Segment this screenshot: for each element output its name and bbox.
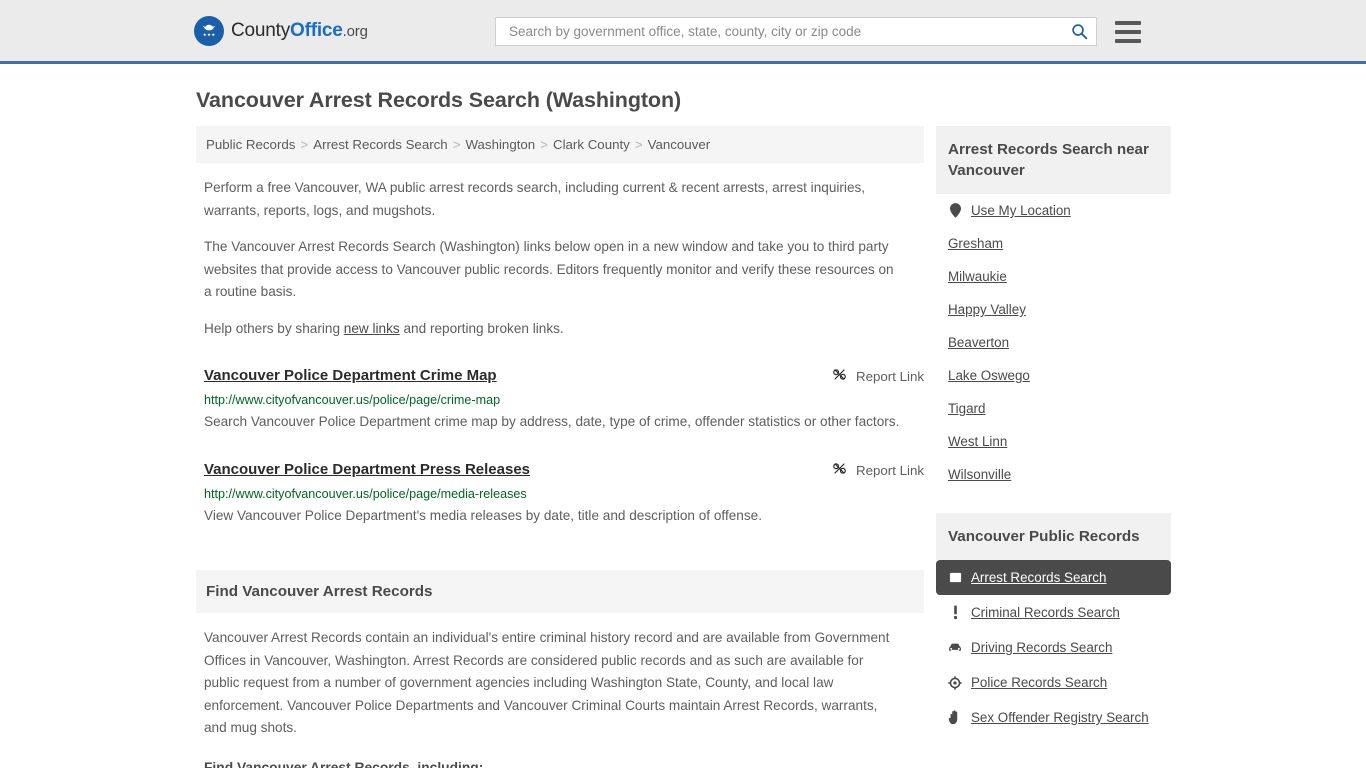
link-entry: Vancouver Police Department Press Releas…: [204, 460, 924, 528]
eagle-shield-logo-icon: [194, 15, 224, 46]
sidebar-item-label[interactable]: Police Records Search: [971, 675, 1107, 690]
sidebar-item-label[interactable]: Happy Valley: [948, 302, 1026, 317]
site-header: CountyOffice.org: [0, 0, 1366, 64]
sidebar-item-sex-offender-registry-search[interactable]: Sex Offender Registry Search: [936, 700, 1171, 735]
hand-icon: [948, 710, 962, 725]
search-input[interactable]: [507, 18, 1068, 45]
sidebar-item-driving-records-search[interactable]: Driving Records Search: [936, 630, 1171, 665]
sidebar-item-criminal-records-search[interactable]: Criminal Records Search: [936, 595, 1171, 630]
sidebar-item-label[interactable]: Driving Records Search: [971, 640, 1112, 655]
sidebar-item-arrest-records-search[interactable]: Arrest Records Search: [936, 560, 1171, 595]
breadcrumb-separator: >: [634, 137, 643, 152]
sidebar-item-use-my-location[interactable]: Use My Location: [936, 194, 1171, 227]
sidebar-item-label[interactable]: Arrest Records Search: [971, 570, 1106, 585]
sidebar-item-label[interactable]: Lake Oswego: [948, 368, 1030, 383]
breadcrumb-separator: >: [300, 137, 309, 152]
resource-description: View Vancouver Police Department's media…: [204, 508, 762, 523]
intro-paragraph-3: Help others by sharing new links and rep…: [204, 318, 894, 341]
main-column: Public Records > Arrest Records Search >…: [196, 126, 924, 768]
page-body: Vancouver Arrest Records Search (Washing…: [0, 88, 1366, 768]
breadcrumb-item-vancouver[interactable]: Vancouver: [648, 137, 711, 152]
sidebar: Arrest Records Search near Vancouver Use…: [936, 126, 1171, 735]
breadcrumb-item-public-records[interactable]: Public Records: [206, 137, 295, 152]
hamburger-bar-3: [1115, 38, 1141, 43]
broken-link-icon: [832, 461, 847, 479]
breadcrumb-item-clark-county[interactable]: Clark County: [553, 137, 630, 152]
logo-text-office: Office: [290, 19, 343, 41]
logo-text-county: County: [231, 19, 291, 41]
car-icon: [948, 640, 962, 655]
sidebar-item-label[interactable]: Milwaukie: [948, 269, 1007, 284]
resource-description: Search Vancouver Police Department crime…: [204, 414, 900, 429]
logo-text-org: .org: [342, 22, 368, 40]
hamburger-bar-1: [1115, 20, 1141, 25]
logo-wordmark: CountyOffice.org: [231, 20, 368, 42]
sidebar-item-label[interactable]: Use My Location: [971, 203, 1071, 218]
sidebar-item-wilsonville[interactable]: Wilsonville: [936, 458, 1171, 491]
resource-url[interactable]: http://www.cityofvancouver.us/police/pag…: [204, 486, 924, 502]
sidebar-near-heading: Arrest Records Search near Vancouver: [936, 126, 1171, 194]
sidebar-item-milwaukie[interactable]: Milwaukie: [936, 260, 1171, 293]
breadcrumb: Public Records > Arrest Records Search >…: [196, 126, 924, 163]
find-records-section-heading: Find Vancouver Arrest Records: [196, 570, 924, 613]
resource-title-link[interactable]: Vancouver Police Department Press Releas…: [204, 460, 530, 480]
sidebar-near-list: Use My Location Gresham Milwaukie Happy …: [936, 194, 1171, 491]
search-box[interactable]: [495, 17, 1097, 46]
find-records-body: Vancouver Arrest Records contain an indi…: [204, 630, 890, 735]
sidebar-item-tigard[interactable]: Tigard: [936, 392, 1171, 425]
breadcrumb-separator: >: [452, 137, 461, 152]
sidebar-item-gresham[interactable]: Gresham: [936, 227, 1171, 260]
fingerprint-card-icon: [948, 570, 962, 585]
broken-link-icon: [832, 367, 847, 385]
site-logo[interactable]: CountyOffice.org: [194, 15, 368, 46]
breadcrumb-item-washington[interactable]: Washington: [465, 137, 535, 152]
map-pin-icon: [948, 203, 962, 218]
report-link-button[interactable]: Report Link: [832, 460, 924, 479]
content-row: Public Records > Arrest Records Search >…: [196, 126, 1172, 768]
intro-paragraph-2: The Vancouver Arrest Records Search (Was…: [204, 239, 894, 299]
search-area: [495, 17, 1141, 46]
search-icon[interactable]: [1068, 21, 1090, 43]
sidebar-records-block: Vancouver Public Records Arrest Records …: [936, 513, 1171, 735]
sidebar-records-heading: Vancouver Public Records: [936, 513, 1171, 560]
resource-url[interactable]: http://www.cityofvancouver.us/police/pag…: [204, 392, 924, 408]
sidebar-item-label[interactable]: Beaverton: [948, 335, 1009, 350]
exclamation-icon: [948, 605, 962, 620]
sidebar-item-lake-oswego[interactable]: Lake Oswego: [936, 359, 1171, 392]
badge-target-icon: [948, 675, 962, 690]
new-links-link[interactable]: new links: [344, 321, 400, 336]
sidebar-item-label[interactable]: Gresham: [948, 236, 1003, 251]
breadcrumb-separator: >: [540, 137, 548, 152]
sidebar-item-label[interactable]: Tigard: [948, 401, 985, 416]
sidebar-records-list: Arrest Records Search Criminal Records S…: [936, 560, 1171, 735]
sidebar-item-west-linn[interactable]: West Linn: [936, 425, 1171, 458]
hamburger-menu-icon[interactable]: [1115, 20, 1141, 43]
link-entry: Vancouver Police Department Crime Map Re…: [204, 366, 924, 434]
breadcrumb-item-arrest-records-search[interactable]: Arrest Records Search: [313, 137, 448, 152]
resource-title-link[interactable]: Vancouver Police Department Crime Map: [204, 366, 497, 386]
find-records-subheading: Find Vancouver Arrest Records, including…: [204, 759, 484, 768]
sidebar-item-label[interactable]: Sex Offender Registry Search: [971, 710, 1149, 725]
hamburger-bar-2: [1115, 29, 1141, 34]
sidebar-item-beaverton[interactable]: Beaverton: [936, 326, 1171, 359]
report-link-label: Report Link: [856, 462, 924, 478]
sidebar-item-label[interactable]: Wilsonville: [948, 467, 1011, 482]
share-text-post: and reporting broken links.: [399, 320, 564, 336]
sidebar-item-happy-valley[interactable]: Happy Valley: [936, 293, 1171, 326]
share-text-pre: Help others by sharing: [204, 320, 344, 336]
report-link-label: Report Link: [856, 368, 924, 384]
intro-paragraph-1: Perform a free Vancouver, WA public arre…: [204, 180, 866, 218]
page-title: Vancouver Arrest Records Search (Washing…: [196, 88, 682, 112]
sidebar-item-label[interactable]: West Linn: [948, 434, 1007, 449]
sidebar-item-label[interactable]: Criminal Records Search: [971, 605, 1120, 620]
report-link-button[interactable]: Report Link: [832, 366, 924, 385]
link-entry-header: Vancouver Police Department Crime Map Re…: [204, 366, 924, 386]
link-entry-header: Vancouver Police Department Press Releas…: [204, 460, 924, 480]
sidebar-item-police-records-search[interactable]: Police Records Search: [936, 665, 1171, 700]
